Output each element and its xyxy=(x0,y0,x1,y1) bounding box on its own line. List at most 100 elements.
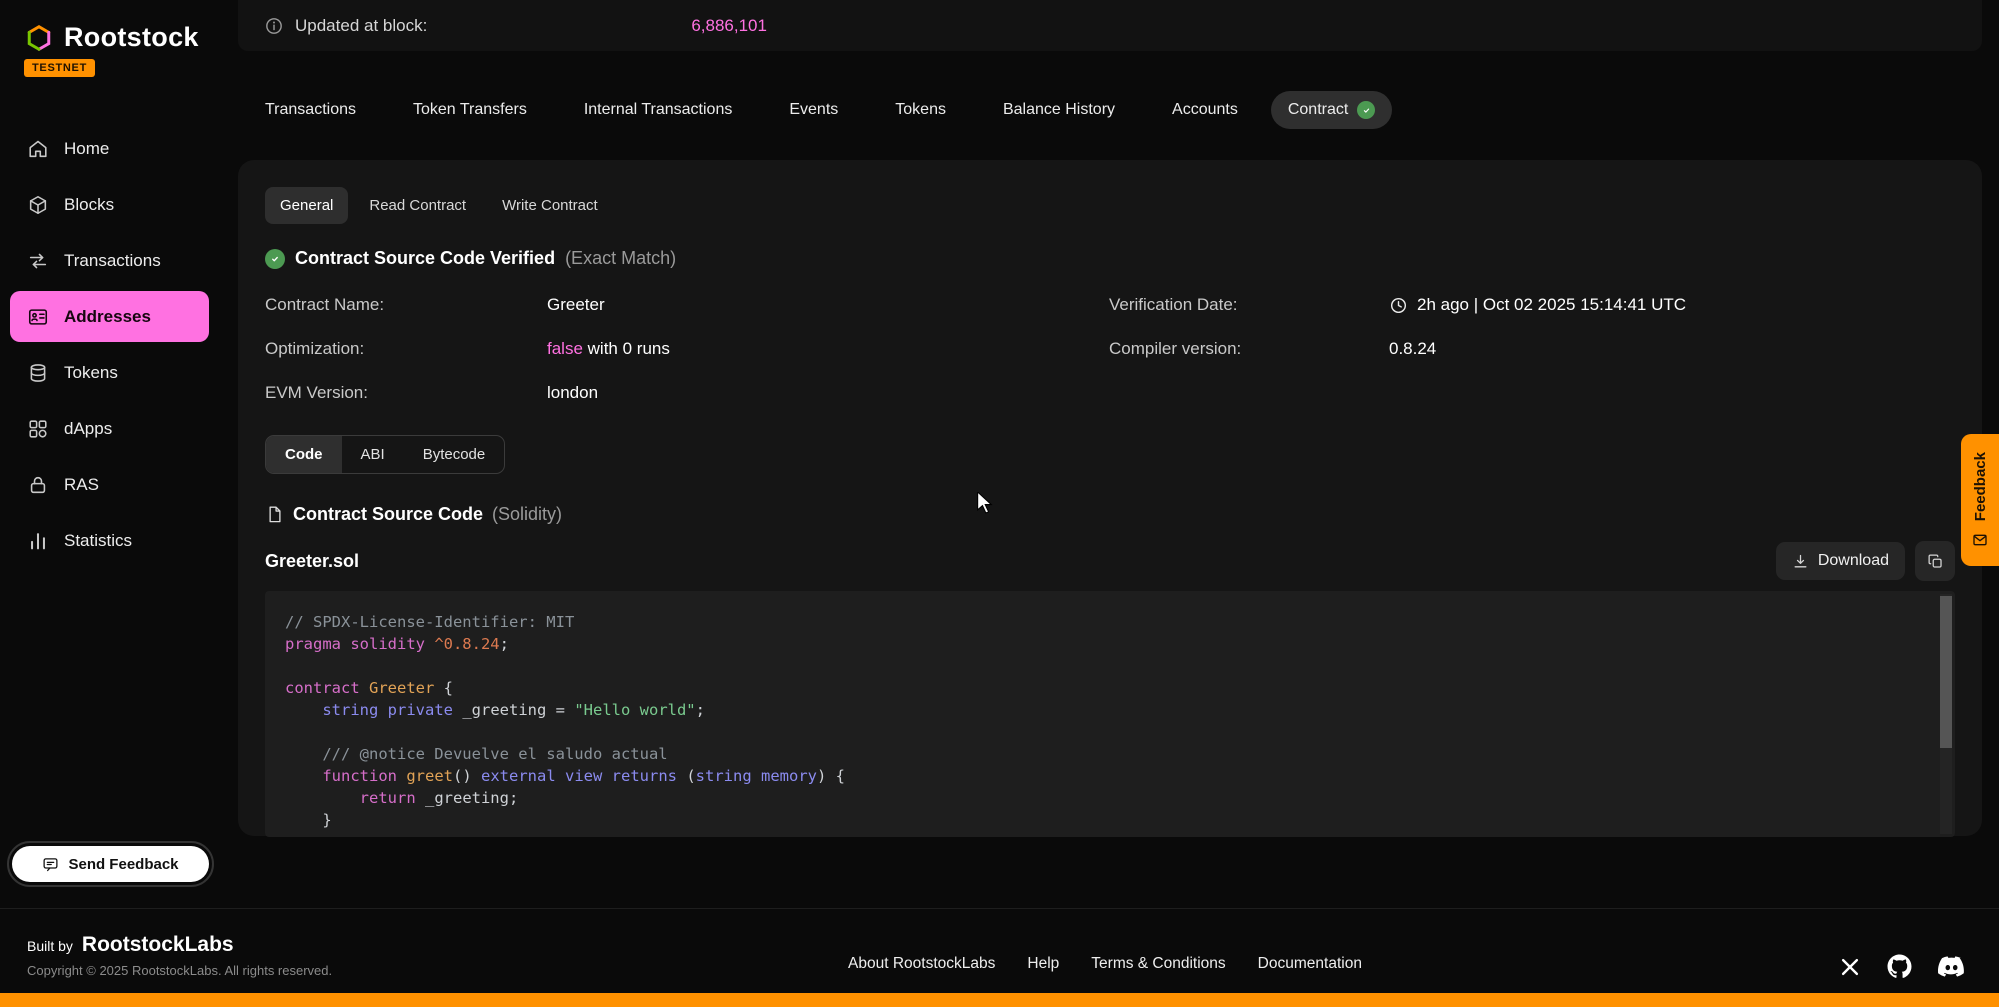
grid-icon xyxy=(27,418,49,440)
compiler-version-label: Compiler version: xyxy=(1109,339,1389,359)
footer-link-about[interactable]: About RootstockLabs xyxy=(848,955,995,973)
code-line xyxy=(285,655,1915,677)
contract-subtabs: General Read Contract Write Contract xyxy=(265,187,1955,224)
tab-accounts[interactable]: Accounts xyxy=(1172,101,1238,119)
sidebar-item-transactions[interactable]: Transactions xyxy=(10,235,209,286)
tab-token-transfers[interactable]: Token Transfers xyxy=(413,101,527,119)
evm-version-value: london xyxy=(547,383,1109,403)
code-line xyxy=(285,721,1915,743)
code-line: return _greeting; xyxy=(285,787,1915,809)
abi-tab[interactable]: ABI xyxy=(342,436,404,473)
subtab-general[interactable]: General xyxy=(265,187,348,224)
code-scrollbar[interactable] xyxy=(1940,594,1952,834)
contract-name-value: Greeter xyxy=(547,295,1109,315)
file-row: Greeter.sol Download xyxy=(265,541,1955,581)
verified-suffix: (Exact Match) xyxy=(565,248,676,269)
sidebar-item-blocks[interactable]: Blocks xyxy=(10,179,209,230)
tab-balance-history[interactable]: Balance History xyxy=(1003,101,1115,119)
updated-at-block-label: Updated at block: xyxy=(295,16,427,36)
send-feedback-button[interactable]: Send Feedback xyxy=(12,846,209,882)
built-by-label: Built by xyxy=(27,938,73,954)
sidebar-item-label: Tokens xyxy=(64,363,118,383)
footer-brand: Built by RootstockLabs Copyright © 2025 … xyxy=(27,933,332,978)
block-number-link[interactable]: 6,886,101 xyxy=(691,16,767,36)
sidebar-item-label: Blocks xyxy=(64,195,114,215)
address-tabs: Transactions Token Transfers Internal Tr… xyxy=(238,89,1982,131)
code-line: } xyxy=(285,809,1915,831)
sidebar-item-ras[interactable]: RAS xyxy=(10,459,209,510)
file-actions: Download xyxy=(1776,541,1955,581)
github-icon[interactable] xyxy=(1887,954,1912,979)
brand-logo[interactable]: Rootstock xyxy=(10,22,209,53)
verification-date-value: 2h ago | Oct 02 2025 15:14:41 UTC xyxy=(1389,295,1955,315)
code-line: /// @notice Devuelve el saludo actual xyxy=(285,743,1915,765)
optimization-runs: with 0 runs xyxy=(583,339,670,358)
tab-events[interactable]: Events xyxy=(789,101,838,119)
copy-button[interactable] xyxy=(1915,541,1955,581)
discord-icon[interactable] xyxy=(1938,953,1965,980)
feedback-message-icon xyxy=(42,856,59,873)
sidebar-item-tokens[interactable]: Tokens xyxy=(10,347,209,398)
code-tab[interactable]: Code xyxy=(266,436,342,473)
tab-contract[interactable]: Contract xyxy=(1271,91,1392,129)
swap-arrows-icon xyxy=(27,250,49,272)
send-feedback-label: Send Feedback xyxy=(68,856,178,873)
sidebar-item-label: Transactions xyxy=(64,251,161,271)
sidebar-item-statistics[interactable]: Statistics xyxy=(10,515,209,566)
contract-details: Contract Name: Greeter Verification Date… xyxy=(265,295,1955,403)
footer: Built by RootstockLabs Copyright © 2025 … xyxy=(0,908,1999,1007)
download-button[interactable]: Download xyxy=(1776,542,1905,580)
copy-icon xyxy=(1927,553,1944,570)
feedback-envelope-icon xyxy=(1972,532,1988,548)
code-line: contract Greeter { xyxy=(285,677,1915,699)
verified-heading: Contract Source Code Verified (Exact Mat… xyxy=(265,248,1955,269)
copyright-text: Copyright © 2025 RootstockLabs. All righ… xyxy=(27,963,332,978)
database-icon xyxy=(27,362,49,384)
footer-link-help[interactable]: Help xyxy=(1027,955,1059,973)
code-content: // SPDX-License-Identifier: MITpragma so… xyxy=(285,611,1915,831)
footer-link-documentation[interactable]: Documentation xyxy=(1258,955,1362,973)
code-block[interactable]: // SPDX-License-Identifier: MITpragma so… xyxy=(265,591,1955,837)
tab-transactions[interactable]: Transactions xyxy=(265,101,356,119)
tab-internal-transactions[interactable]: Internal Transactions xyxy=(584,101,733,119)
bytecode-tab[interactable]: Bytecode xyxy=(404,436,505,473)
contract-panel: General Read Contract Write Contract Con… xyxy=(238,160,1982,836)
x-icon[interactable] xyxy=(1839,956,1861,978)
verification-date-label: Verification Date: xyxy=(1109,295,1389,315)
footer-links: About RootstockLabs Help Terms & Conditi… xyxy=(848,955,1362,973)
compiler-version-value: 0.8.24 xyxy=(1389,339,1955,359)
code-line: function greet() external view returns (… xyxy=(285,765,1915,787)
source-code-heading: Contract Source Code (Solidity) xyxy=(265,504,1955,525)
code-scrollbar-thumb[interactable] xyxy=(1940,596,1952,748)
footer-link-terms[interactable]: Terms & Conditions xyxy=(1091,955,1225,973)
verification-date-text: 2h ago | Oct 02 2025 15:14:41 UTC xyxy=(1417,295,1686,315)
contract-name-label: Contract Name: xyxy=(265,295,547,315)
cube-icon xyxy=(27,194,49,216)
sidebar-nav: Home Blocks Transactions Addresses Token… xyxy=(10,123,209,566)
sidebar-item-dapps[interactable]: dApps xyxy=(10,403,209,454)
info-icon xyxy=(264,16,284,36)
feedback-tab-label: Feedback xyxy=(1972,452,1989,521)
id-card-icon xyxy=(27,306,49,328)
sidebar-item-addresses[interactable]: Addresses xyxy=(10,291,209,342)
sidebar: Rootstock TESTNET Home Blocks Transactio… xyxy=(0,0,219,908)
company-name[interactable]: RootstockLabs xyxy=(82,933,234,957)
download-label: Download xyxy=(1818,552,1889,570)
document-icon xyxy=(265,505,284,524)
sidebar-item-home[interactable]: Home xyxy=(10,123,209,174)
verified-title: Contract Source Code Verified xyxy=(295,248,555,269)
optimization-value: false with 0 runs xyxy=(547,339,1109,359)
code-view-switcher: Code ABI Bytecode xyxy=(265,435,505,474)
tab-tokens[interactable]: Tokens xyxy=(895,101,946,119)
file-name: Greeter.sol xyxy=(265,551,359,572)
subtab-read-contract[interactable]: Read Contract xyxy=(354,187,481,224)
rootstock-hexagon-icon xyxy=(24,23,54,53)
feedback-side-tab[interactable]: Feedback xyxy=(1961,434,1999,566)
clock-icon xyxy=(1389,296,1408,315)
verified-check-icon xyxy=(1357,101,1375,119)
footer-orange-bar xyxy=(0,993,1999,1007)
footer-social xyxy=(1839,953,1965,980)
testnet-badge: TESTNET xyxy=(24,59,95,77)
home-icon xyxy=(27,138,49,160)
subtab-write-contract[interactable]: Write Contract xyxy=(487,187,613,224)
